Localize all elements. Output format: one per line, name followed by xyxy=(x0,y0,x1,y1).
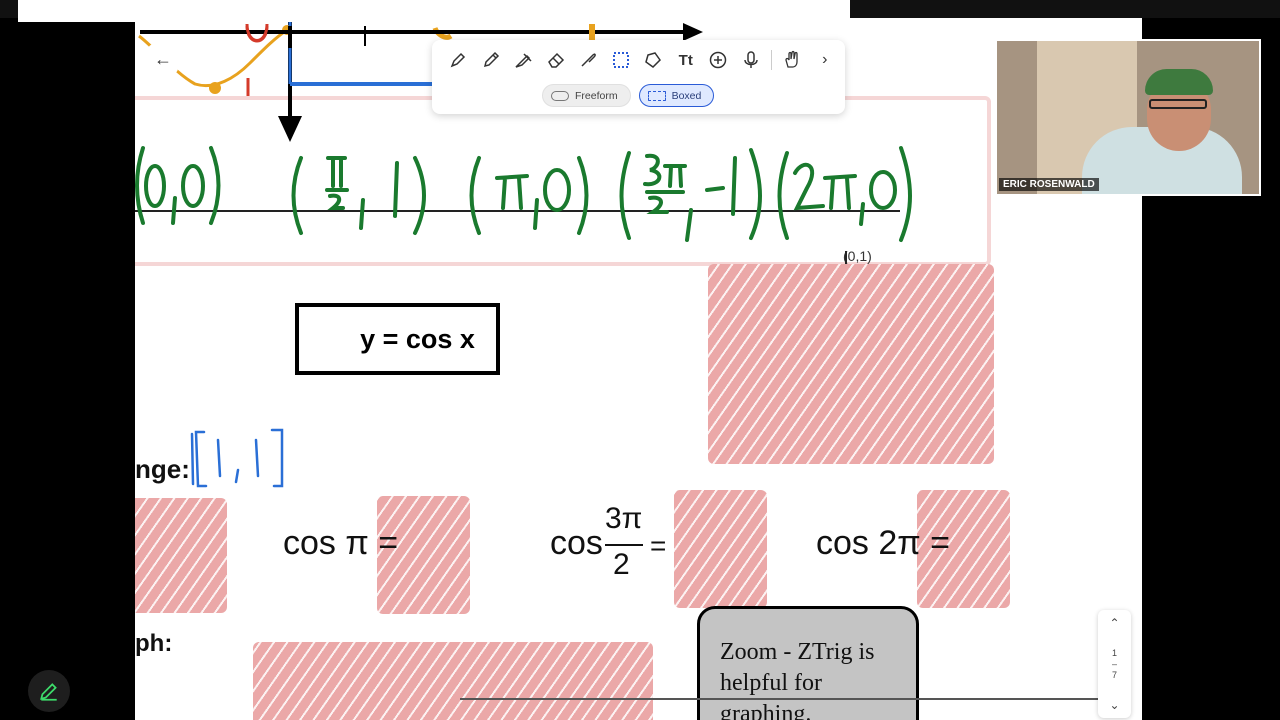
pencil-edit-icon xyxy=(40,683,57,701)
edit-button[interactable] xyxy=(28,670,70,712)
lasso-tool[interactable] xyxy=(572,48,605,72)
freeform-icon xyxy=(551,90,569,101)
zoom-callout: Zoom - ZTrig is helpful for graphing. xyxy=(697,606,919,720)
answer-box-1[interactable] xyxy=(135,498,227,613)
pen-tool[interactable] xyxy=(442,48,475,72)
fraction-bar xyxy=(605,544,643,546)
mic-tool[interactable] xyxy=(735,48,768,72)
chevron-up-icon[interactable]: ⌃ xyxy=(1109,616,1119,630)
person-glasses xyxy=(1149,99,1207,109)
page-navigator[interactable]: ⌃ 1 – 7 ⌄ xyxy=(1098,610,1131,718)
expr-cos-2pi: cos 2π = xyxy=(816,524,951,562)
points-row xyxy=(135,146,912,242)
drawing-toolbar: Tt › Freeform Boxed xyxy=(432,40,845,114)
mode-freeform-label: Freeform xyxy=(575,89,618,102)
answer-box-graph[interactable] xyxy=(708,264,994,464)
eraser-icon xyxy=(547,52,564,68)
page-total: 7 xyxy=(1111,669,1117,680)
mode-boxed-label: Boxed xyxy=(671,89,702,102)
mode-boxed[interactable]: Boxed xyxy=(638,84,715,107)
add-tool[interactable] xyxy=(702,48,735,72)
toolbar-more-button[interactable]: › xyxy=(809,48,842,72)
mic-icon xyxy=(744,51,758,68)
select-box-tool[interactable] xyxy=(605,48,638,72)
range-value-ink xyxy=(190,428,284,488)
text-icon: Tt xyxy=(678,51,693,69)
hand-icon xyxy=(785,50,798,68)
eraser-tool[interactable] xyxy=(540,48,573,72)
expr-cos-pi: cos π = xyxy=(283,524,399,562)
select-box-icon xyxy=(612,52,629,68)
expr-cos-3pi2-den: 2 xyxy=(613,548,630,581)
shapes-icon xyxy=(645,52,662,68)
participant-video[interactable]: ERIC ROSENWALD xyxy=(995,39,1261,196)
shapes-tool[interactable] xyxy=(637,48,670,72)
add-icon xyxy=(710,51,727,69)
annotation-small: (0,1) xyxy=(843,248,872,264)
chevron-down-icon[interactable]: ⌄ xyxy=(1109,698,1119,712)
highlighter-tool[interactable] xyxy=(507,48,540,72)
page-current: 1 xyxy=(1111,647,1117,658)
highlighter-icon xyxy=(515,53,532,68)
expr-cos-3pi2-prefix: cos xyxy=(550,524,603,562)
pencil-icon xyxy=(483,51,499,68)
page-separator: – xyxy=(1111,658,1117,669)
pencil-tool[interactable] xyxy=(475,48,508,72)
arrow-left-icon: ← xyxy=(154,48,172,69)
pen-icon xyxy=(450,52,466,68)
answer-box-cos-3pi-2[interactable] xyxy=(674,490,767,608)
expr-equals: = xyxy=(650,530,667,561)
answer-box-graph-bottom[interactable] xyxy=(253,642,653,720)
boxed-icon xyxy=(647,90,666,101)
back-button[interactable]: ← xyxy=(148,44,178,74)
equation-box[interactable]: y = cos x xyxy=(295,303,500,375)
lasso-icon xyxy=(581,53,597,67)
whiteboard-page[interactable]: (0,1) y = cos x nge: cos π = cos 3π 2 = … xyxy=(135,18,1142,720)
expr-cos-3pi2-num: 3π xyxy=(605,502,643,535)
scroll-indicator xyxy=(460,698,1100,700)
equation-text: y = cos x xyxy=(360,323,475,354)
toolbar-divider xyxy=(771,50,772,70)
participant-name: ERIC ROSENWALD xyxy=(999,178,1099,191)
graph-label: ph: xyxy=(135,630,173,657)
person-cap xyxy=(1145,69,1213,95)
hand-tool[interactable] xyxy=(776,48,809,72)
mode-freeform[interactable]: Freeform xyxy=(542,84,631,107)
text-tool[interactable]: Tt xyxy=(670,48,703,72)
chevron-right-icon: › xyxy=(822,51,828,68)
range-label: nge: xyxy=(135,454,190,484)
